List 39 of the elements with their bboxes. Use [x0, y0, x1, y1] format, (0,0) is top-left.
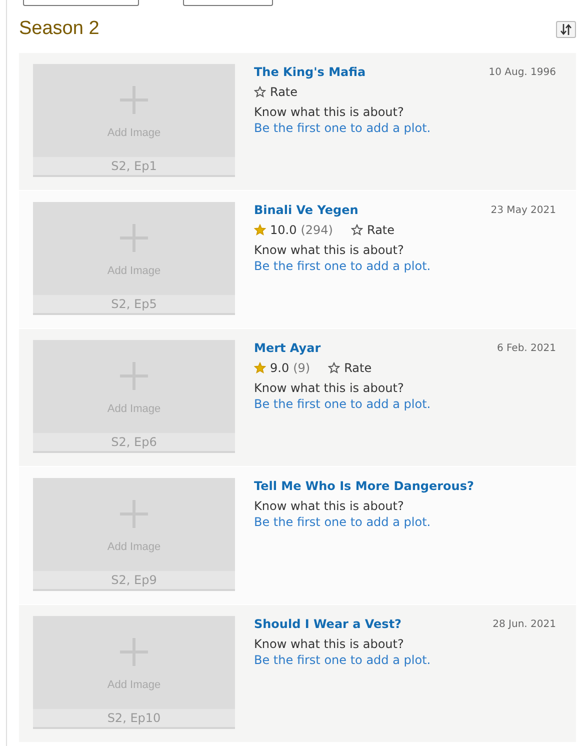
star-icon [254, 362, 266, 374]
vote-count: (294) [300, 222, 333, 239]
episode-title-link[interactable]: Mert Ayar [254, 340, 321, 356]
episode-number: S2, Ep1 [111, 158, 157, 175]
star-icon [254, 86, 266, 98]
plot-question: Know what this is about? [254, 636, 405, 652]
air-date: 28 Jun. 2021 [492, 618, 557, 632]
vote-count: (9) [293, 360, 310, 377]
episode-title-link[interactable]: The King's Mafia [254, 64, 366, 80]
rating-value: 10.0 [270, 222, 297, 239]
sort-button[interactable] [556, 21, 576, 38]
episode-title-link[interactable]: Should I Wear a Vest? [254, 616, 402, 632]
star-icon [351, 224, 363, 236]
star-icon [254, 224, 266, 236]
episode-number: S2, Ep5 [111, 296, 157, 313]
add-plot-link[interactable]: Be the first one to add a plot. [254, 652, 431, 668]
rating-value: 9.0 [270, 360, 290, 377]
episode-title-link[interactable]: Tell Me Who Is More Dangerous? [254, 478, 474, 494]
add-plot-link[interactable]: Be the first one to add a plot. [254, 258, 431, 274]
episode-number: S2, Ep6 [111, 434, 157, 451]
add-plot-link[interactable]: Be the first one to add a plot. [254, 120, 431, 136]
air-date: 10 Aug. 1996 [488, 66, 557, 80]
season-heading: Season 2 [19, 17, 100, 42]
plot-question: Know what this is about? [254, 242, 405, 258]
rate-button[interactable]: Rate [328, 359, 372, 377]
plot-question: Know what this is about? [254, 380, 405, 396]
star-icon [328, 362, 340, 374]
episode-number: S2, Ep10 [107, 710, 161, 727]
rate-button[interactable]: Rate [254, 83, 298, 101]
rate-button[interactable]: Rate [351, 221, 395, 239]
air-date: 23 May 2021 [490, 204, 557, 218]
episode-number: S2, Ep9 [111, 572, 157, 589]
plot-question: Know what this is about? [254, 104, 405, 120]
add-plot-link[interactable]: Be the first one to add a plot. [254, 396, 431, 412]
add-plot-link[interactable]: Be the first one to add a plot. [254, 514, 431, 530]
plot-question: Know what this is about? [254, 498, 405, 514]
sort-icon [560, 24, 572, 35]
episode-title-link[interactable]: Binali Ve Yegen [254, 202, 358, 218]
air-date: 6 Feb. 2021 [496, 342, 557, 356]
